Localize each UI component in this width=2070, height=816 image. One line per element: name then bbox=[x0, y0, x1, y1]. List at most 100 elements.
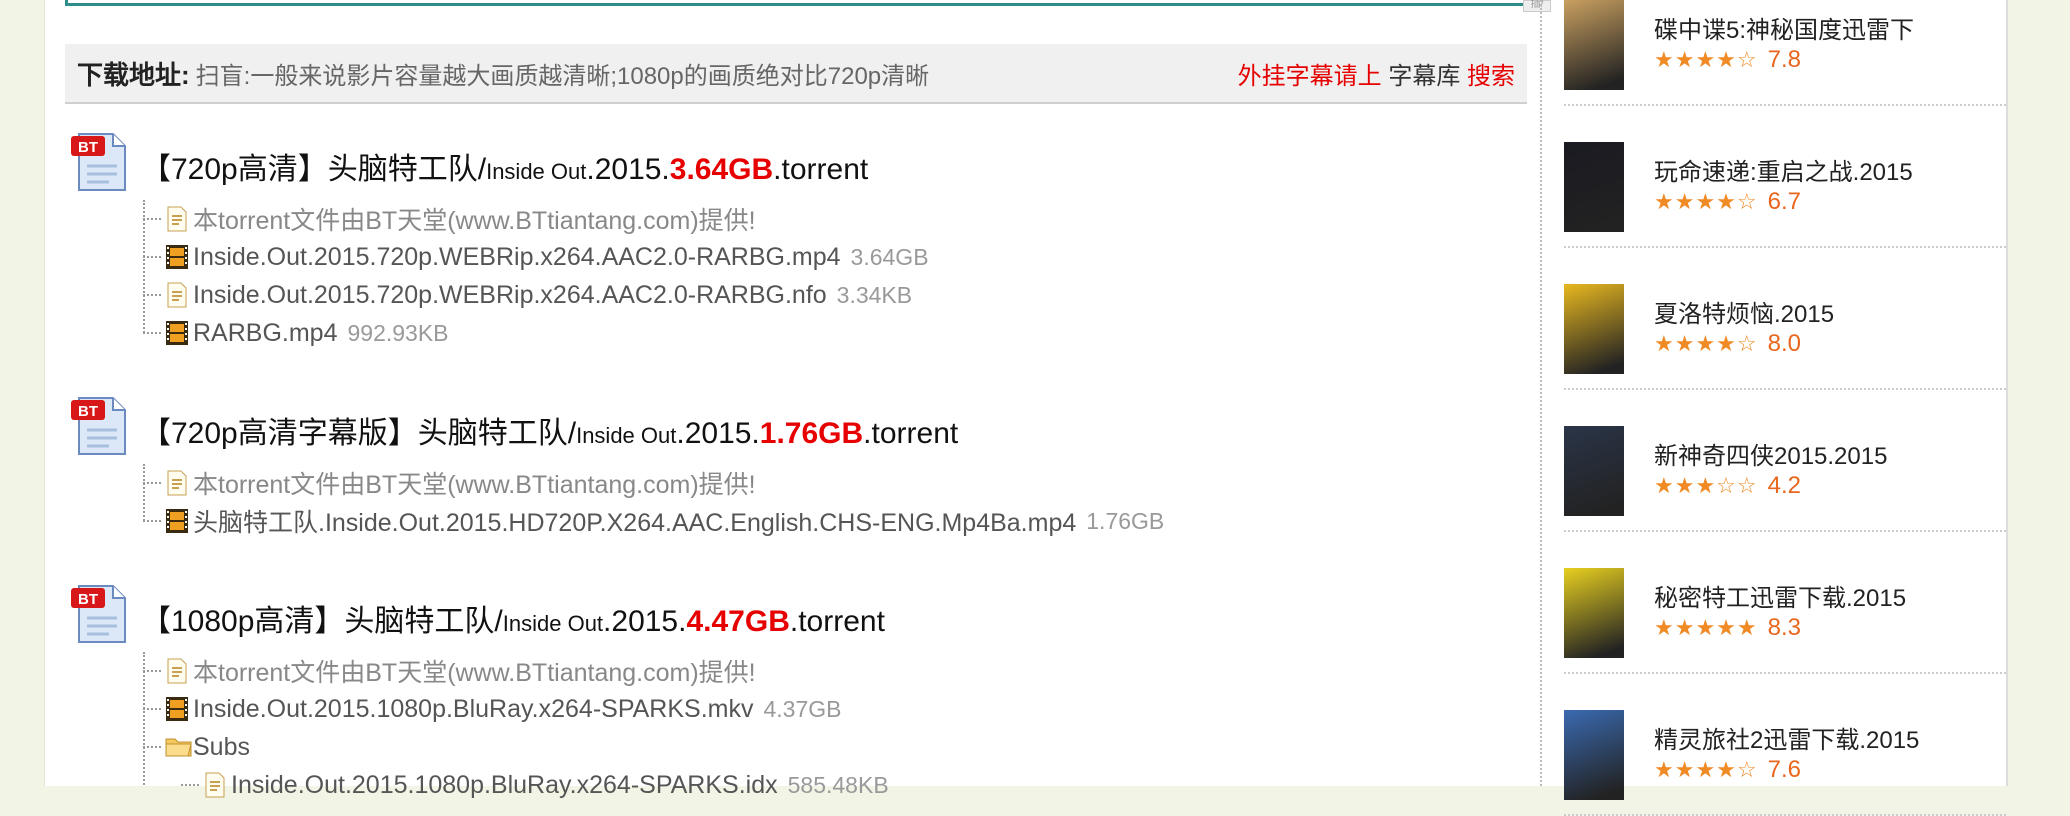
tree-branch bbox=[143, 218, 161, 220]
movie-title[interactable]: 新神奇四侠2015.2015 bbox=[1654, 436, 1887, 471]
file-name: 本torrent文件由BT天堂(www.BTtiantang.com)提供! bbox=[193, 471, 756, 499]
tree-branch bbox=[143, 482, 161, 484]
movie-poster[interactable] bbox=[1564, 426, 1624, 516]
movie-rating: ★★★★★ 8.3 bbox=[1654, 614, 1801, 642]
movie-card[interactable]: 新神奇四侠2015.2015 ★★★☆☆ 4.2 bbox=[1564, 390, 2006, 532]
rating-score: 6.7 bbox=[1767, 188, 1801, 215]
movie-rating: ★★★☆☆ 4.2 bbox=[1654, 472, 1801, 500]
movie-rating: ★★★★☆ 7.6 bbox=[1654, 756, 1801, 784]
main-content: 插/ 下载地址: 扫盲:一般来说影片容量越大画质越清晰;1080p的画质绝对比7… bbox=[44, 0, 1565, 799]
sidebar-movie-list: 碟中谍5:神秘国度迅雷下 ★★★★☆ 7.8 玩命速递:重启之战.2015 ★★★★☆ 6… bbox=[1564, 0, 2008, 816]
tree-branch bbox=[143, 670, 161, 672]
torrent-title-link[interactable]: 【1080p高清】头脑特工队/Inside Out.2015.4.47GB.to… bbox=[141, 596, 885, 640]
torrent-title-english: Inside Out bbox=[502, 611, 604, 636]
svg-text:BT: BT bbox=[78, 403, 98, 420]
torrent-title-text: 【720p高清字幕版】头脑特工队/ bbox=[141, 417, 577, 450]
video-file-icon bbox=[165, 244, 189, 270]
subtitle-search-link[interactable]: 搜索 bbox=[1467, 63, 1515, 90]
torrent-title-text: 【1080p高清】头脑特工队/ bbox=[141, 605, 503, 638]
download-title: 下载地址: bbox=[77, 59, 190, 90]
bt-torrent-icon[interactable]: BT bbox=[69, 394, 131, 458]
file-name: Inside.Out.2015.1080p.BluRay.x264-SPARKS… bbox=[231, 770, 778, 799]
tree-branch bbox=[143, 256, 161, 258]
torrent-title-ext: .torrent bbox=[863, 417, 959, 450]
torrent-title-year: .2015. bbox=[676, 417, 760, 450]
rating-stars: ★★★☆☆ bbox=[1654, 473, 1758, 498]
rating-stars: ★★★★★ bbox=[1654, 615, 1758, 640]
movie-poster[interactable] bbox=[1564, 0, 1624, 90]
video-file-icon bbox=[165, 508, 189, 534]
movie-rating: ★★★★☆ 6.7 bbox=[1654, 188, 1801, 216]
file-item: 本torrent文件由BT天堂(www.BTtiantang.com)提供! bbox=[143, 200, 756, 238]
file-item: Inside.Out.2015.720p.WEBRip.x264.AAC2.0-… bbox=[143, 276, 912, 314]
rating-score: 7.8 bbox=[1767, 46, 1801, 73]
subtitle-library-link[interactable]: 字幕库 bbox=[1388, 63, 1460, 90]
tree-branch bbox=[143, 332, 161, 334]
torrent-title-ext: .torrent bbox=[789, 605, 885, 638]
file-name: Inside.Out.2015.720p.WEBRip.x264.AAC2.0-… bbox=[193, 242, 841, 271]
file-item: Subs bbox=[143, 728, 250, 766]
video-file-icon bbox=[165, 320, 189, 346]
file-item: Inside.Out.2015.720p.WEBRip.x264.AAC2.0-… bbox=[143, 238, 929, 276]
file-name: RARBG.mp4 bbox=[193, 318, 338, 347]
movie-card[interactable]: 碟中谍5:神秘国度迅雷下 ★★★★☆ 7.8 bbox=[1564, 0, 2006, 106]
movie-poster[interactable] bbox=[1564, 568, 1624, 658]
movie-title[interactable]: 精灵旅社2迅雷下载.2015 bbox=[1654, 720, 1919, 755]
text-file-icon bbox=[165, 282, 189, 308]
rating-score: 7.6 bbox=[1767, 756, 1801, 783]
torrent-title-ext: .torrent bbox=[773, 153, 869, 186]
movie-poster[interactable] bbox=[1564, 142, 1624, 232]
file-size: 4.37GB bbox=[763, 695, 842, 722]
tree-branch bbox=[143, 746, 161, 748]
file-item: RARBG.mp4 992.93KB bbox=[143, 314, 449, 352]
player-frame-bottom bbox=[65, 0, 1535, 6]
torrent-title-year: .2015. bbox=[586, 153, 670, 186]
movie-card[interactable]: 玩命速递:重启之战.2015 ★★★★☆ 6.7 bbox=[1564, 106, 2006, 248]
movie-card[interactable]: 秘密特工迅雷下载.2015 ★★★★★ 8.3 bbox=[1564, 532, 2006, 674]
text-file-icon bbox=[165, 206, 189, 232]
file-name: 本torrent文件由BT天堂(www.BTtiantang.com)提供! bbox=[193, 207, 756, 235]
movie-title[interactable]: 碟中谍5:神秘国度迅雷下 bbox=[1654, 10, 1914, 45]
tree-branch bbox=[143, 520, 161, 522]
file-item: 本torrent文件由BT天堂(www.BTtiantang.com)提供! bbox=[143, 464, 756, 502]
bt-torrent-icon[interactable]: BT bbox=[69, 582, 131, 646]
movie-poster[interactable] bbox=[1564, 710, 1624, 800]
torrent-size: 1.76GB bbox=[759, 417, 864, 450]
movie-title[interactable]: 秘密特工迅雷下载.2015 bbox=[1654, 578, 1906, 613]
torrent-title-link[interactable]: 【720p高清字幕版】头脑特工队/Inside Out.2015.1.76GB.… bbox=[141, 408, 958, 452]
file-name: Inside.Out.2015.720p.WEBRip.x264.AAC2.0-… bbox=[193, 280, 827, 309]
rating-stars: ★★★★☆ bbox=[1654, 189, 1758, 214]
torrent-title-year: .2015. bbox=[603, 605, 687, 638]
file-item: Inside.Out.2015.1080p.BluRay.x264-SPARKS… bbox=[143, 690, 842, 728]
tree-branch bbox=[143, 708, 161, 710]
movie-card[interactable]: 夏洛特烦恼.2015 ★★★★☆ 8.0 bbox=[1564, 248, 2006, 390]
movie-title[interactable]: 玩命速递:重启之战.2015 bbox=[1654, 152, 1913, 187]
file-item: 本torrent文件由BT天堂(www.BTtiantang.com)提供! bbox=[143, 652, 756, 690]
movie-rating: ★★★★☆ 8.0 bbox=[1654, 330, 1801, 358]
file-size: 992.93KB bbox=[347, 319, 449, 346]
svg-text:BT: BT bbox=[78, 591, 98, 608]
rating-stars: ★★★★☆ bbox=[1654, 331, 1758, 356]
rating-score: 8.3 bbox=[1767, 614, 1801, 641]
torrent-title-link[interactable]: 【720p高清】头脑特工队/Inside Out.2015.3.64GB.tor… bbox=[141, 144, 868, 188]
text-file-icon bbox=[165, 658, 189, 684]
file-size: 585.48KB bbox=[787, 771, 889, 798]
file-size: 1.76GB bbox=[1086, 507, 1165, 534]
download-tip: 扫盲:一般来说影片容量越大画质越清晰;1080p的画质绝对比720p清晰 bbox=[195, 62, 930, 90]
movie-poster[interactable] bbox=[1564, 284, 1624, 374]
svg-text:BT: BT bbox=[78, 139, 98, 156]
file-size: 3.34KB bbox=[836, 281, 913, 308]
movie-rating: ★★★★☆ 7.8 bbox=[1654, 46, 1801, 74]
torrent-size: 3.64GB bbox=[669, 153, 774, 186]
subtitle-prompt: 外挂字幕请上 bbox=[1237, 62, 1382, 90]
resize-handle[interactable]: 插/ bbox=[1523, 0, 1551, 12]
torrent-size: 4.47GB bbox=[686, 605, 790, 638]
file-name: Inside.Out.2015.1080p.BluRay.x264-SPARKS… bbox=[193, 694, 754, 723]
file-name: 头脑特工队.Inside.Out.2015.HD720P.X264.AAC.En… bbox=[193, 509, 1077, 537]
movie-card[interactable]: 精灵旅社2迅雷下载.2015 ★★★★☆ 7.6 bbox=[1564, 674, 2006, 816]
rating-score: 8.0 bbox=[1767, 330, 1801, 357]
bt-torrent-icon[interactable]: BT bbox=[69, 130, 131, 194]
torrent-title-english: Inside Out bbox=[486, 159, 587, 184]
movie-title[interactable]: 夏洛特烦恼.2015 bbox=[1654, 294, 1834, 329]
torrent-title-text: 【720p高清】头脑特工队/ bbox=[141, 153, 487, 186]
